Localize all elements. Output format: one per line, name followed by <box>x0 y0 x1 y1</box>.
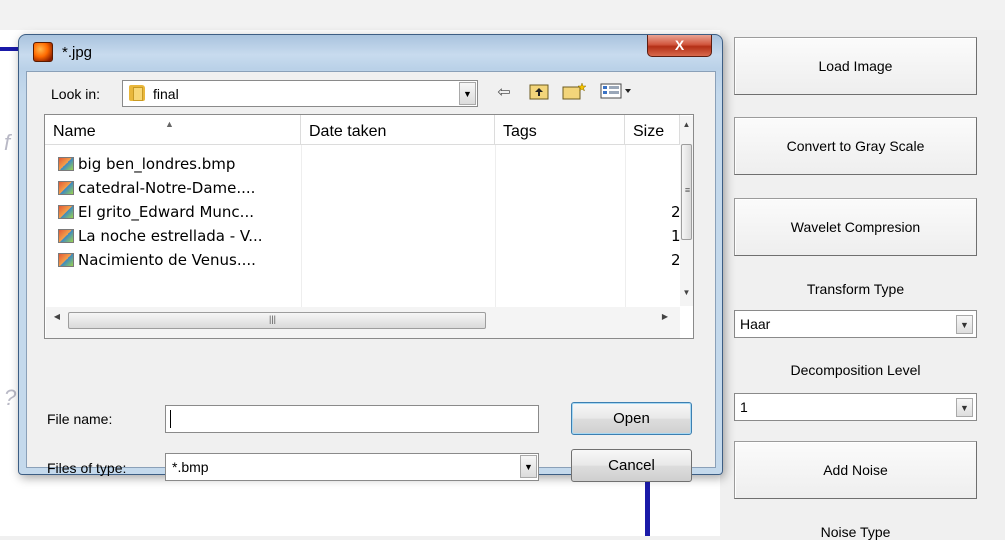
noise-type-label: Noise Type <box>820 524 891 540</box>
decomposition-level-value: 1 <box>740 399 748 415</box>
dialog-title: *.jpg <box>62 44 93 61</box>
scroll-thumb[interactable]: ||| <box>68 312 486 329</box>
open-button[interactable]: Open <box>571 402 692 435</box>
column-label: Name <box>53 123 96 140</box>
cancel-button[interactable]: Cancel <box>571 449 692 482</box>
file-name-label: File name: <box>47 411 113 427</box>
load-image-button[interactable]: Load Image <box>734 37 977 95</box>
image-file-icon <box>58 229 74 243</box>
files-of-type-label: Files of type: <box>47 460 127 476</box>
look-in-combo[interactable]: final ▼ <box>122 80 478 107</box>
background-glyph: ? <box>4 385 17 410</box>
dialog-titlebar[interactable]: *.jpg X <box>19 35 722 71</box>
matlab-icon <box>33 42 53 62</box>
scroll-right-icon[interactable]: ▶ <box>658 312 672 326</box>
files-of-type-value: *.bmp <box>172 459 209 475</box>
image-file-icon <box>58 205 74 219</box>
open-file-dialog: *.jpg X Look in: final ▼ ⇦ ▲ Name Date t… <box>18 34 723 482</box>
file-name: catedral-Notre-Dame.... <box>78 179 256 197</box>
new-folder-icon[interactable] <box>561 82 587 104</box>
file-name: La noche estrellada - V... <box>78 227 263 245</box>
grip-icon: ||| <box>269 314 277 324</box>
add-noise-button[interactable]: Add Noise <box>734 441 977 499</box>
convert-gray-button[interactable]: Convert to Gray Scale <box>734 117 977 175</box>
transform-type-label: Transform Type <box>806 281 905 297</box>
scroll-thumb[interactable]: ≡ <box>681 144 692 240</box>
decomposition-level-select[interactable]: 1 ▼ <box>734 393 977 421</box>
wavelet-compression-button[interactable]: Wavelet Compresion <box>734 198 977 256</box>
sort-ascending-icon: ▲ <box>165 119 174 129</box>
arrow-left-icon[interactable]: ⇦ <box>493 82 515 104</box>
grip-icon: ≡ <box>684 185 691 195</box>
horizontal-scrollbar[interactable]: ◀ ||| ▶ <box>46 307 680 338</box>
background-glyph: f <box>4 130 11 155</box>
file-list[interactable]: ▲ Name Date taken Tags Size big ben_lond… <box>44 114 694 339</box>
column-header-size[interactable]: Size <box>625 115 680 145</box>
file-row[interactable]: catedral-Notre-Dame.... <box>46 176 664 200</box>
scroll-down-icon[interactable]: ▼ <box>680 288 693 302</box>
file-row[interactable]: Nacimiento de Venus.... 2 <box>46 248 681 272</box>
vertical-scrollbar[interactable]: ▲ ≡ ▼ <box>680 116 693 306</box>
files-of-type-combo[interactable]: *.bmp ▼ <box>165 453 539 481</box>
scroll-up-icon[interactable]: ▲ <box>680 120 693 134</box>
file-row[interactable]: big ben_londres.bmp <box>46 152 664 176</box>
decomposition-level-label: Decomposition Level <box>790 362 921 378</box>
dialog-client: Look in: final ▼ ⇦ ▲ Name Date taken Tag… <box>26 71 716 482</box>
column-header-tags[interactable]: Tags <box>495 115 625 145</box>
image-file-icon <box>58 157 74 171</box>
look-in-value: final <box>153 86 179 102</box>
file-name: big ben_londres.bmp <box>78 155 236 173</box>
file-row[interactable]: El grito_Edward Munc... 2 <box>46 200 681 224</box>
file-name: El grito_Edward Munc... <box>78 203 254 221</box>
file-name-input[interactable] <box>165 405 539 433</box>
chevron-down-icon[interactable]: ▼ <box>956 315 973 334</box>
transform-type-select[interactable]: Haar ▼ <box>734 310 977 338</box>
close-button[interactable]: X <box>647 35 712 57</box>
chevron-down-icon[interactable]: ▼ <box>520 455 537 478</box>
column-header-date[interactable]: Date taken <box>301 115 495 145</box>
figure-top-band <box>0 0 1005 30</box>
chevron-down-icon[interactable]: ▼ <box>956 398 973 417</box>
folder-up-icon[interactable] <box>527 82 551 104</box>
scroll-left-icon[interactable]: ◀ <box>50 312 64 326</box>
column-header-name[interactable]: ▲ Name <box>45 115 301 145</box>
file-row[interactable]: La noche estrellada - V... 1 <box>46 224 681 248</box>
file-name: Nacimiento de Venus.... <box>78 251 256 269</box>
folder-icon <box>129 85 145 101</box>
image-file-icon <box>58 253 74 267</box>
look-in-label: Look in: <box>51 86 101 102</box>
chevron-down-icon[interactable]: ▼ <box>459 82 476 105</box>
view-menu-icon[interactable] <box>597 82 637 104</box>
text-caret <box>170 410 171 428</box>
image-file-icon <box>58 181 74 195</box>
transform-type-value: Haar <box>740 316 771 332</box>
